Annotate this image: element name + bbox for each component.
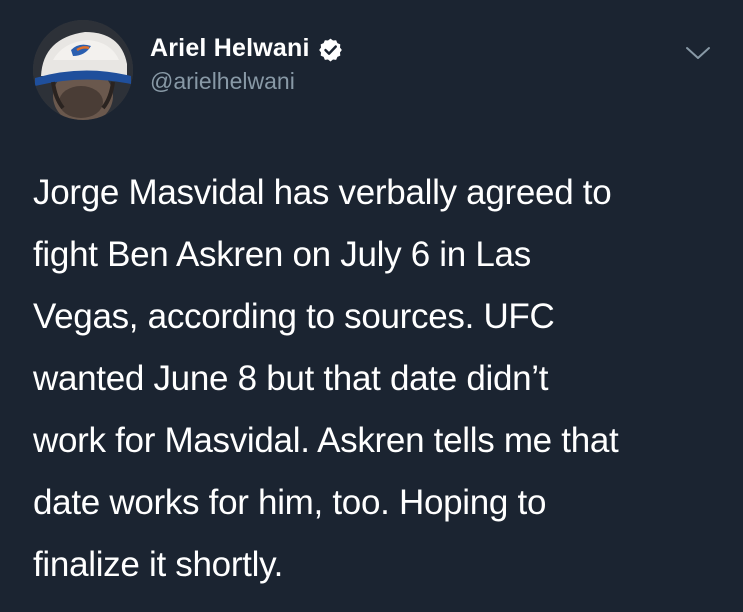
tweet-text: Jorge Masvidal has verbally agreed to fi… bbox=[33, 173, 619, 584]
chevron-down-icon[interactable] bbox=[683, 42, 713, 64]
verified-badge-icon bbox=[318, 37, 343, 62]
tweet-author[interactable]: Ariel Helwani @arielhelwani bbox=[150, 30, 343, 95]
avatar-image bbox=[33, 20, 133, 120]
author-handle[interactable]: @arielhelwani bbox=[150, 68, 343, 95]
avatar[interactable] bbox=[33, 20, 133, 120]
author-display-name[interactable]: Ariel Helwani bbox=[150, 34, 310, 63]
author-name-row: Ariel Helwani bbox=[150, 30, 343, 66]
tweet-card: Ariel Helwani @arielhelwani Jorge Masvid… bbox=[0, 0, 743, 612]
